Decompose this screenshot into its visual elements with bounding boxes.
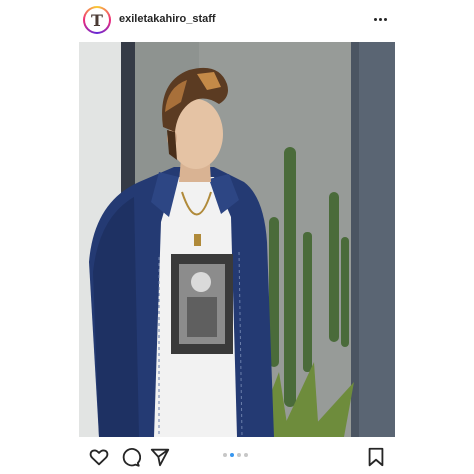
more-options-icon[interactable] — [370, 10, 390, 28]
post-header: T exiletakahiro_staff — [0, 0, 474, 40]
send-icon[interactable] — [149, 446, 171, 468]
avatar-letter: T — [85, 8, 109, 32]
comment-icon[interactable] — [119, 446, 141, 468]
carousel-dot — [244, 453, 248, 457]
photo-illustration — [79, 42, 395, 437]
carousel-dot — [223, 453, 227, 457]
carousel-dot — [230, 453, 234, 457]
carousel-dot — [237, 453, 241, 457]
post-actions — [0, 440, 474, 474]
bookmark-icon[interactable] — [365, 446, 387, 468]
heart-icon[interactable] — [88, 446, 110, 468]
profile-avatar[interactable]: T — [83, 6, 111, 34]
username-link[interactable]: exiletakahiro_staff — [119, 13, 216, 25]
post-photo[interactable] — [79, 42, 395, 437]
carousel-indicator — [223, 453, 248, 457]
